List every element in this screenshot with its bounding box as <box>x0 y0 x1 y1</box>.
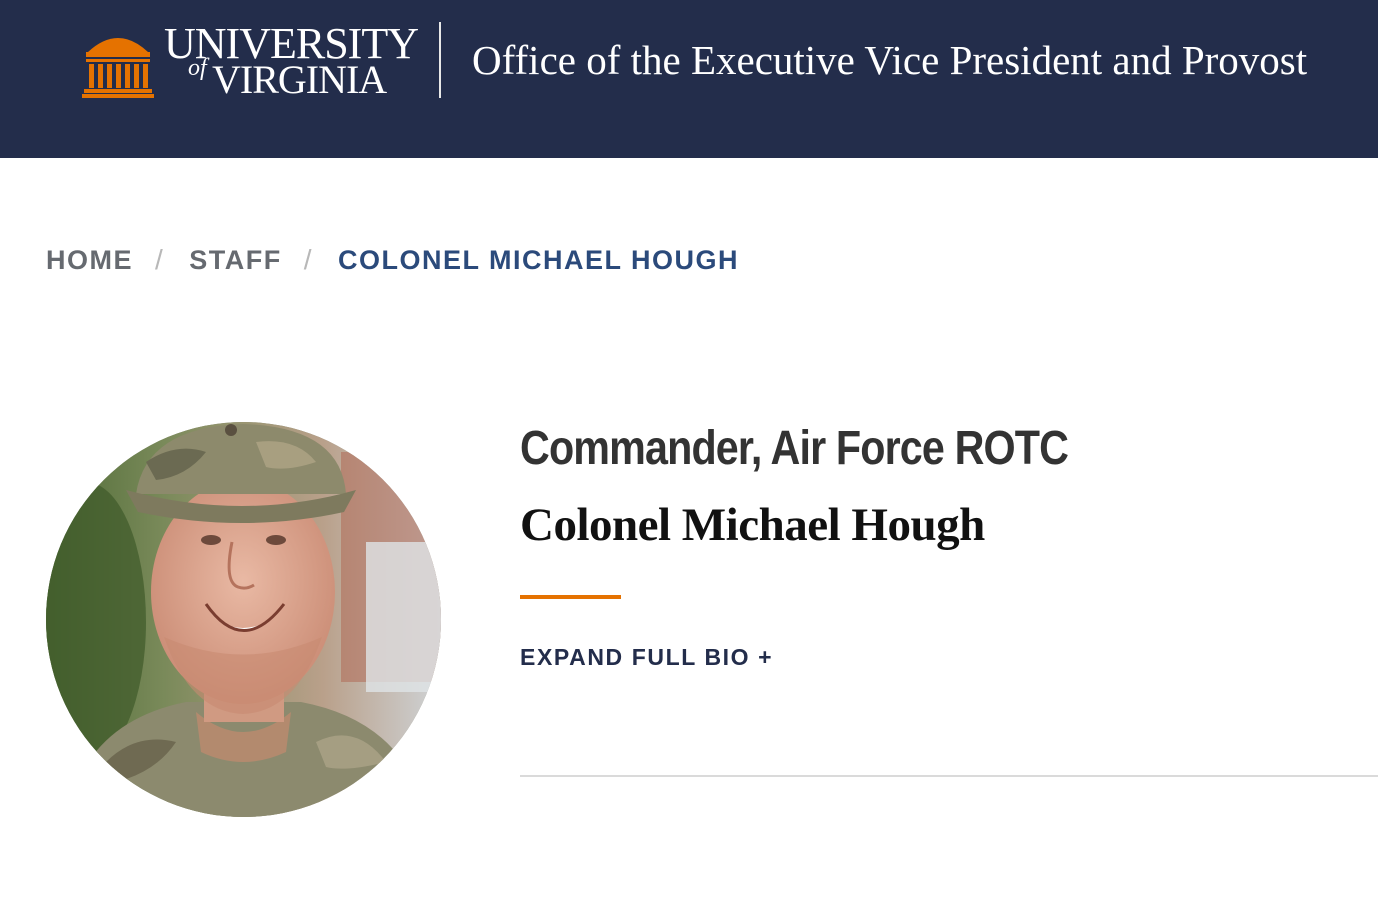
wordmark-of: of <box>188 55 207 81</box>
accent-divider <box>520 595 621 599</box>
rotunda-icon <box>82 38 154 98</box>
profile-photo-image <box>46 422 441 817</box>
header-divider <box>439 22 441 98</box>
uva-logo-link[interactable]: UNIVERSITY of VIRGINIA <box>82 22 419 102</box>
site-header: UNIVERSITY of VIRGINIA Office of the Exe… <box>0 0 1378 158</box>
breadcrumb-current: COLONEL MICHAEL HOUGH <box>338 244 740 275</box>
profile-photo <box>46 422 441 817</box>
breadcrumb-separator: / <box>155 244 165 275</box>
section-divider <box>520 775 1378 777</box>
profile-name: Colonel Michael Hough <box>520 499 985 551</box>
breadcrumb: HOME / STAFF / COLONEL MICHAEL HOUGH <box>46 240 739 280</box>
breadcrumb-home[interactable]: HOME <box>46 245 133 276</box>
breadcrumb-staff[interactable]: STAFF <box>189 245 281 276</box>
uva-wordmark: UNIVERSITY of VIRGINIA <box>164 22 419 102</box>
expand-bio-button[interactable]: EXPAND FULL BIO + <box>520 640 773 674</box>
wordmark-virginia: VIRGINIA <box>212 57 387 102</box>
breadcrumb-separator: / <box>303 244 314 275</box>
office-title-link[interactable]: Office of the Executive Vice President a… <box>472 36 1307 84</box>
profile-role-title: Commander, Air Force ROTC <box>520 422 1069 475</box>
